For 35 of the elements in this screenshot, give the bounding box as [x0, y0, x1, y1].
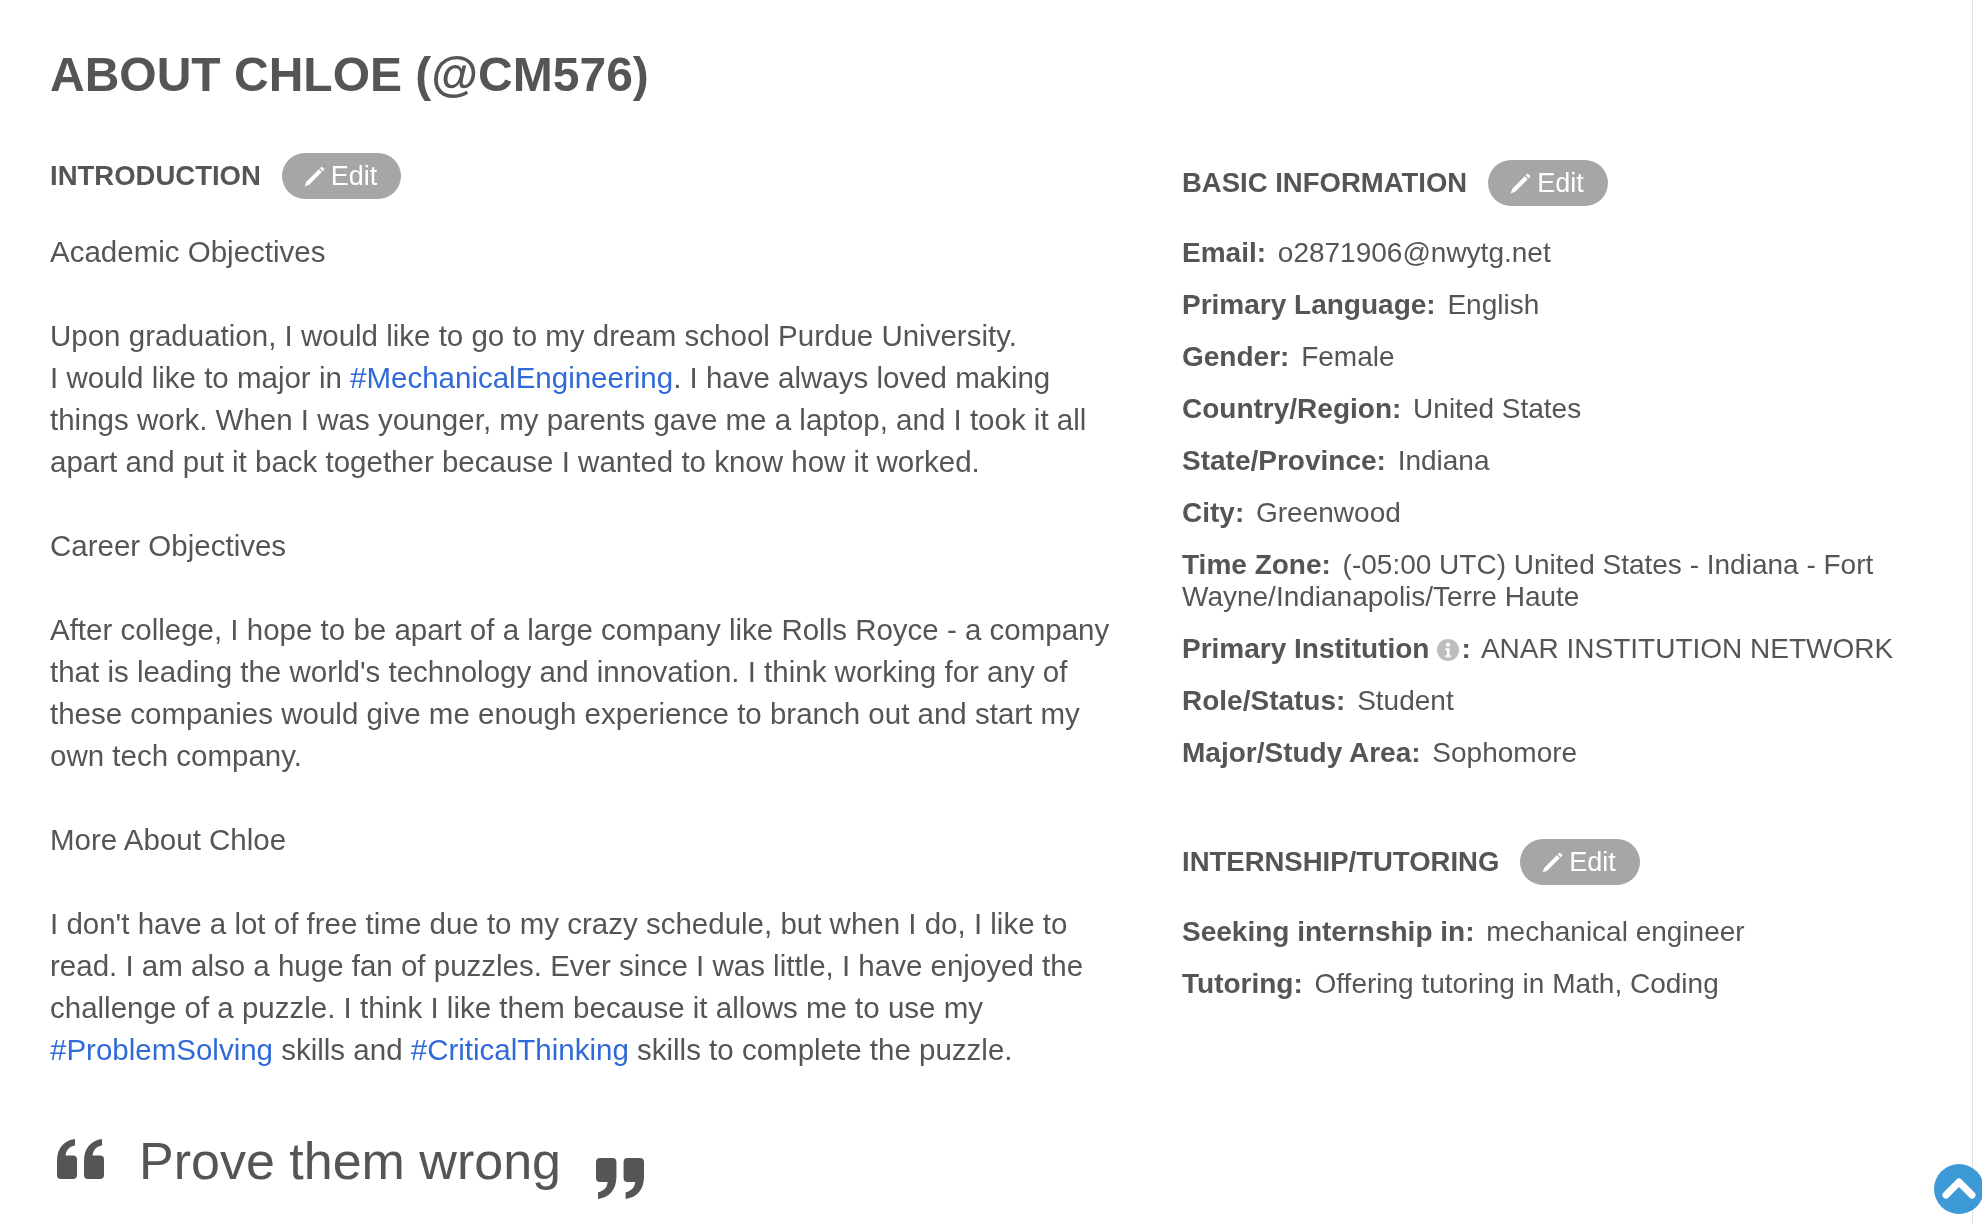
- info-icon[interactable]: [1437, 639, 1460, 661]
- info-field: Role/Status: Student: [1182, 685, 1952, 717]
- info-field: Tutoring: Offering tutoring in Math, Coding: [1182, 968, 1952, 1000]
- info-field: Gender: Female: [1182, 341, 1952, 373]
- hashtag-link[interactable]: #ProblemSolving: [50, 1033, 273, 1066]
- subheading: Career Objectives: [50, 528, 288, 564]
- info-field: Primary Language: English: [1182, 289, 1952, 321]
- scroll-to-top-icon[interactable]: [1934, 1164, 1982, 1214]
- info-field: Major/Study Area: Sophomore: [1182, 737, 1952, 769]
- open-quote-icon: [57, 1139, 104, 1179]
- close-quote-icon: [595, 1158, 644, 1199]
- paragraph: Upon graduation, I would like to go to my dream school Purdue University. I would like to major in #MechanicalEngineering. I have always loved making things work. When I was younger, my parents gave me a laptop, and I took it all apart and put it back together because I wanted to know how it worked.: [50, 318, 1088, 480]
- pencil-icon: [1510, 172, 1532, 194]
- info-field: State/Province: Indiana: [1182, 445, 1952, 477]
- field-value: ANAR INSTITUTION NETWORK: [1480, 633, 1894, 664]
- subheading: Academic Objectives: [50, 234, 327, 270]
- info-field: Seeking internship in: mechanical engineer: [1182, 916, 1952, 948]
- info-field: City: Greenwood: [1182, 497, 1952, 529]
- field-label: Primary Institution: [1182, 633, 1430, 664]
- info-field: Time Zone: (-05:00 UTC) United States - Indiana - Fort Wayne/Indianapolis/Terre Haute: [1182, 549, 1952, 613]
- subheading: More About Chloe: [50, 822, 288, 858]
- hashtag-link[interactable]: #MechanicalEngineering: [350, 361, 674, 394]
- pencil-icon: [303, 165, 325, 187]
- quote-text: Prove them wrong: [139, 1131, 561, 1191]
- section-heading: INTERNSHIP/TUTORING: [1182, 846, 1500, 878]
- paragraph: I don't have a lot of free time due to my crazy schedule, but when I do, I like to read. I am also a huge fan of puzzles. Ever since I was little, I have enjoyed the challenge of a puzzle. I think I like them because it allows me to use my #ProblemSolving skills and #CriticalThinking skills to complete the puzzle.: [50, 906, 1085, 1068]
- field-label: :: [1461, 633, 1471, 664]
- paragraph: After college, I hope to be apart of a large company like Rolls Royce - a company that is leading the world's technology and innovation. I think working for any of these companies would give me enough experience to branch out and start my own tech company.: [50, 612, 1110, 774]
- section-heading: INTRODUCTION: [50, 160, 261, 192]
- pencil-icon: [1542, 851, 1564, 873]
- page-title: ABOUT CHLOE (@CM576): [50, 47, 649, 103]
- section-heading: BASIC INFORMATION: [1182, 167, 1468, 199]
- hashtag-link[interactable]: #CriticalThinking: [410, 1033, 629, 1066]
- info-field: Country/Region: United States: [1182, 393, 1952, 425]
- info-field: Email: o2871906@nwytg.net: [1182, 237, 1952, 269]
